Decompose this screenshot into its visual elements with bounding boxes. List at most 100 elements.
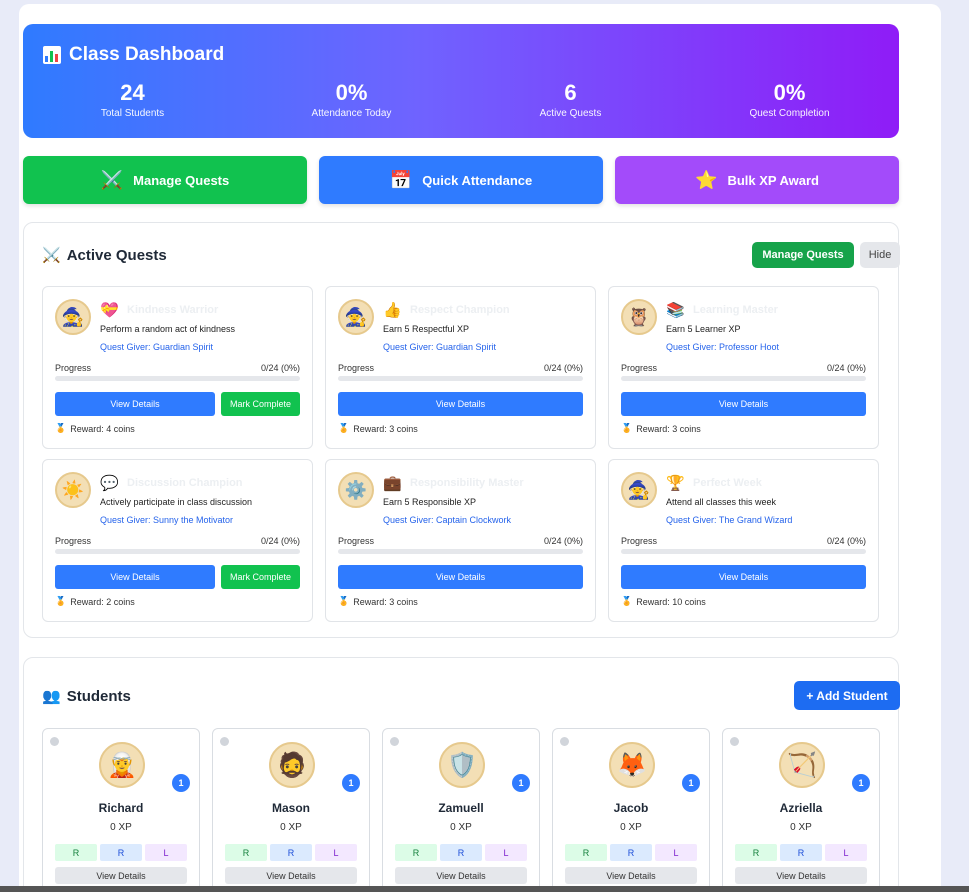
quest-name: Discussion Champion [127,477,243,489]
stat-label: Attendance Today [311,108,392,119]
xp-category-button[interactable]: L [145,844,187,861]
hide-quests-button[interactable]: Hide [860,242,900,268]
active-quests-panel: ⚔️ Active Quests Manage Quests Hide 🧙 💝 … [23,222,900,638]
xp-category-button[interactable]: R [440,844,482,861]
quick-attendance-button[interactable]: 📅 Quick Attendance [319,156,603,204]
xp-category-button[interactable]: R [395,844,437,861]
xp-category-buttons: RRL [565,844,697,861]
quest-name: Responsibility Master [410,477,524,489]
books-icon: 📚 [666,302,685,319]
xp-category-button[interactable]: L [655,844,697,861]
attendance-status-dot[interactable] [50,737,59,746]
xp-category-button[interactable]: R [270,844,312,861]
progress-value: 0/24 (0%) [826,536,866,546]
student-card[interactable]: 🧔 1 Mason 0 XP RRL View Details [212,728,370,892]
progress-bar [621,376,866,381]
quest-giver-avatar: 🧙 [55,299,91,335]
quest-description: Earn 5 Responsible XP [383,497,477,507]
student-xp: 0 XP [450,822,472,833]
quest-reward: 🏅 Reward: 3 coins [621,423,701,434]
level-badge: 1 [342,774,360,792]
student-name: Jacob [613,801,649,815]
student-name: Zamuell [438,801,484,815]
quest-giver-link[interactable]: Quest Giver: Guardian Spirit [383,342,496,352]
xp-category-button[interactable]: R [610,844,652,861]
xp-category-button[interactable]: R [100,844,142,861]
quest-giver-link[interactable]: Quest Giver: Sunny the Motivator [100,515,233,525]
xp-category-button[interactable]: R [565,844,607,861]
reward-text: Reward: 3 coins [353,423,418,434]
attendance-status-dot[interactable] [220,737,229,746]
quest-description: Earn 5 Respectful XP [383,324,470,334]
xp-category-button[interactable]: R [55,844,97,861]
quest-giver-link[interactable]: Quest Giver: The Grand Wizard [666,515,792,525]
student-card[interactable]: 🦊 1 Jacob 0 XP RRL View Details [552,728,710,892]
progress-bar [55,376,300,381]
view-details-button[interactable]: View Details [338,392,583,416]
student-view-details-button[interactable]: View Details [55,867,187,884]
attendance-status-dot[interactable] [390,737,399,746]
student-view-details-button[interactable]: View Details [565,867,697,884]
progress-value: 0/24 (0%) [260,363,300,373]
xp-category-button[interactable]: R [735,844,777,861]
student-view-details-button[interactable]: View Details [735,867,867,884]
student-name: Mason [271,801,310,815]
student-avatar: 🛡️ [439,742,485,788]
progress-value: 0/24 (0%) [543,536,583,546]
stat-value: 6 [564,80,577,105]
quest-name: Kindness Warrior [127,304,219,316]
stat-value: 24 [120,80,145,105]
add-student-button[interactable]: + Add Student [794,681,900,710]
view-details-button[interactable]: View Details [55,392,215,416]
quest-reward: 🏅 Reward: 2 coins [55,596,135,607]
quest-description: Actively participate in class discussion [100,497,253,507]
quest-reward: 🏅 Reward: 3 coins [338,423,418,434]
progress-bar [338,549,583,554]
bottom-scrollbar[interactable] [0,886,969,892]
xp-category-button[interactable]: L [315,844,357,861]
progress-bar [621,549,866,554]
attendance-status-dot[interactable] [730,737,739,746]
quest-card: ☀️ 💬 Discussion Champion Actively partic… [42,459,313,622]
view-details-button[interactable]: View Details [338,565,583,589]
progress-label: Progress [55,536,92,546]
stat-label: Quest Completion [749,108,830,119]
quest-description: Earn 5 Learner XP [666,324,741,334]
student-avatar: 🦊 [609,742,655,788]
student-card[interactable]: 🧝 1 Richard 0 XP RRL View Details [42,728,200,892]
progress-label: Progress [338,536,375,546]
quest-giver-link[interactable]: Quest Giver: Professor Hoot [666,342,779,352]
student-view-details-button[interactable]: View Details [225,867,357,884]
stat-attendance-today: 0% Attendance Today [242,80,461,119]
xp-category-button[interactable]: L [485,844,527,861]
xp-category-button[interactable]: R [225,844,267,861]
manage-quests-small-button[interactable]: Manage Quests [752,242,854,268]
student-xp: 0 XP [280,822,302,833]
students-title-text: Students [66,687,131,705]
reward-text: Reward: 3 coins [636,423,701,434]
xp-category-buttons: RRL [395,844,527,861]
xp-category-button[interactable]: R [780,844,822,861]
mark-complete-button[interactable]: Mark Complete [221,565,300,589]
view-details-button[interactable]: View Details [621,565,866,589]
xp-category-button[interactable]: L [825,844,867,861]
quest-giver-link[interactable]: Quest Giver: Captain Clockwork [383,515,511,525]
view-details-button[interactable]: View Details [621,392,866,416]
dashboard-title-text: Class Dashboard [69,44,225,65]
progress-label: Progress [338,363,375,373]
bulk-xp-award-button[interactable]: ⭐ Bulk XP Award [615,156,899,204]
student-card[interactable]: 🏹 1 Azriella 0 XP RRL View Details [722,728,880,892]
quick-attendance-label: Quick Attendance [422,172,533,188]
manage-quests-button[interactable]: ⚔️ Manage Quests [23,156,307,204]
stats-row: 24 Total Students 0% Attendance Today 6 … [23,80,899,119]
quest-giver-link[interactable]: Quest Giver: Guardian Spirit [100,342,213,352]
student-view-details-button[interactable]: View Details [395,867,527,884]
view-details-button[interactable]: View Details [55,565,215,589]
attendance-status-dot[interactable] [560,737,569,746]
student-card[interactable]: 🛡️ 1 Zamuell 0 XP RRL View Details [382,728,540,892]
progress-label: Progress [621,363,658,373]
class-dashboard-header: Class Dashboard 24 Total Students 0% Att… [23,24,899,138]
quest-description: Perform a random act of kindness [100,324,236,334]
crossed-swords-icon: ⚔️ [42,247,61,264]
mark-complete-button[interactable]: Mark Complete [221,392,300,416]
